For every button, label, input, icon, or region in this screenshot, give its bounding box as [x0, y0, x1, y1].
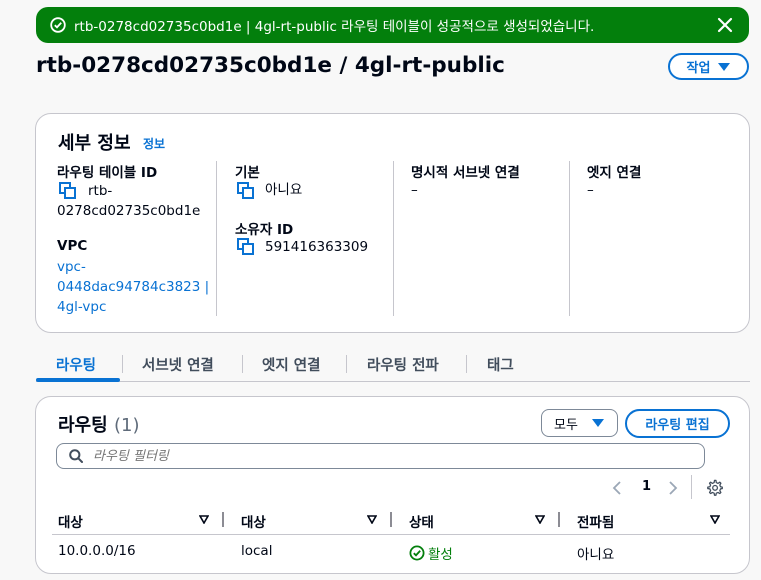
column-header-status[interactable]: 상태 — [409, 511, 434, 531]
column-header-propagated[interactable]: 전파됨 — [577, 511, 614, 531]
pager-divider — [691, 475, 692, 499]
route-filter-input[interactable] — [93, 448, 593, 464]
column-divider — [216, 161, 217, 316]
tabs-baseline — [36, 381, 750, 382]
route-status: 활성 — [409, 543, 453, 563]
tab-divider — [346, 355, 347, 373]
actions-button-label: 작업 — [686, 61, 711, 76]
routes-count: (1) — [113, 415, 140, 436]
column-resizer[interactable] — [222, 512, 224, 527]
edge-association-label: 엣지 연결 — [587, 165, 642, 181]
column-resizer[interactable] — [558, 512, 560, 527]
edge-association-value: – — [587, 182, 594, 198]
route-table-id-label: 라우팅 테이블 ID — [57, 165, 158, 181]
success-flash-banner: rtb-0278cd02735c0bd1e | 4gl-rt-public 라우… — [36, 7, 749, 43]
route-destination: 10.0.0.0/16 — [58, 543, 136, 559]
vpc-link-line1[interactable]: vpc- — [57, 257, 86, 277]
sort-icon[interactable] — [710, 515, 720, 524]
routes-heading: 라우팅 (1) — [58, 411, 139, 437]
route-status-text: 활성 — [428, 547, 453, 563]
current-page[interactable]: 1 — [642, 479, 651, 494]
search-icon — [69, 449, 83, 463]
sort-icon[interactable] — [535, 515, 545, 524]
tab-divider — [122, 355, 123, 373]
details-heading: 세부 정보 — [58, 133, 131, 154]
tab-routes[interactable]: 라우팅 — [56, 354, 96, 375]
copy-icon[interactable] — [237, 238, 254, 255]
routes-panel: 라우팅 (1) 모두 라우팅 편집 1 대상 대상 상태 전파됨 10.0.0.… — [35, 396, 750, 574]
column-divider — [569, 161, 570, 316]
route-target: local — [241, 543, 273, 559]
edit-routes-button[interactable]: 라우팅 편집 — [625, 409, 730, 438]
column-header-target[interactable]: 대상 — [241, 511, 266, 531]
route-filter-search[interactable] — [56, 443, 705, 469]
caret-down-icon — [718, 62, 731, 71]
vpc-link-line2[interactable]: 0448dac94784c3823 | — [57, 277, 209, 297]
close-icon[interactable] — [715, 15, 735, 35]
details-panel: 세부 정보 정보 라우팅 테이블 ID rtb- 0278cd02735c0bd… — [35, 113, 750, 333]
explicit-subnet-label: 명시적 서브넷 연결 — [411, 165, 520, 181]
route-table-id-line1: rtb- — [88, 183, 113, 199]
tab-subnet-associations[interactable]: 서브넷 연결 — [142, 354, 214, 375]
active-tab-indicator — [36, 378, 120, 382]
tab-tags[interactable]: 태그 — [487, 354, 514, 375]
check-circle-icon — [50, 17, 66, 33]
sort-icon[interactable] — [367, 515, 377, 524]
copy-icon[interactable] — [237, 182, 254, 199]
owner-id-label: 소유자 ID — [235, 222, 294, 238]
caret-down-icon — [591, 419, 604, 427]
column-divider — [393, 161, 394, 316]
page-title: rtb-0278cd02735c0bd1e / 4gl-rt-public — [36, 53, 505, 78]
table-header-divider — [52, 534, 730, 535]
status-success-icon — [409, 545, 425, 561]
tab-divider — [466, 355, 467, 373]
chevron-right-icon[interactable] — [668, 481, 678, 495]
copy-icon[interactable] — [59, 182, 76, 199]
tab-edge-associations[interactable]: 엣지 연결 — [262, 354, 320, 375]
vpc-link-line3[interactable]: 4gl-vpc — [57, 297, 106, 317]
main-value: 아니요 — [265, 182, 303, 198]
tab-divider — [242, 355, 243, 373]
route-filter-select-value: 모두 — [554, 417, 578, 433]
routes-heading-text: 라우팅 — [58, 415, 108, 436]
explicit-subnet-value: – — [411, 182, 418, 198]
gear-icon[interactable] — [706, 479, 723, 496]
tab-route-propagation[interactable]: 라우팅 전파 — [367, 354, 439, 375]
flash-message: rtb-0278cd02735c0bd1e | 4gl-rt-public 라우… — [74, 19, 595, 35]
info-link[interactable]: 정보 — [143, 135, 165, 152]
route-propagated: 아니요 — [577, 547, 615, 563]
column-header-destination[interactable]: 대상 — [58, 511, 83, 531]
actions-dropdown-button[interactable]: 작업 — [668, 53, 749, 80]
route-filter-select[interactable]: 모두 — [541, 409, 618, 437]
route-table-id-line2: 0278cd02735c0bd1e — [57, 203, 201, 219]
owner-id-value: 591416363309 — [265, 239, 369, 255]
vpc-label: VPC — [57, 238, 88, 254]
column-resizer[interactable] — [390, 512, 392, 527]
main-label: 기본 — [235, 165, 260, 181]
sort-icon[interactable] — [199, 515, 209, 524]
chevron-left-icon[interactable] — [612, 481, 622, 495]
